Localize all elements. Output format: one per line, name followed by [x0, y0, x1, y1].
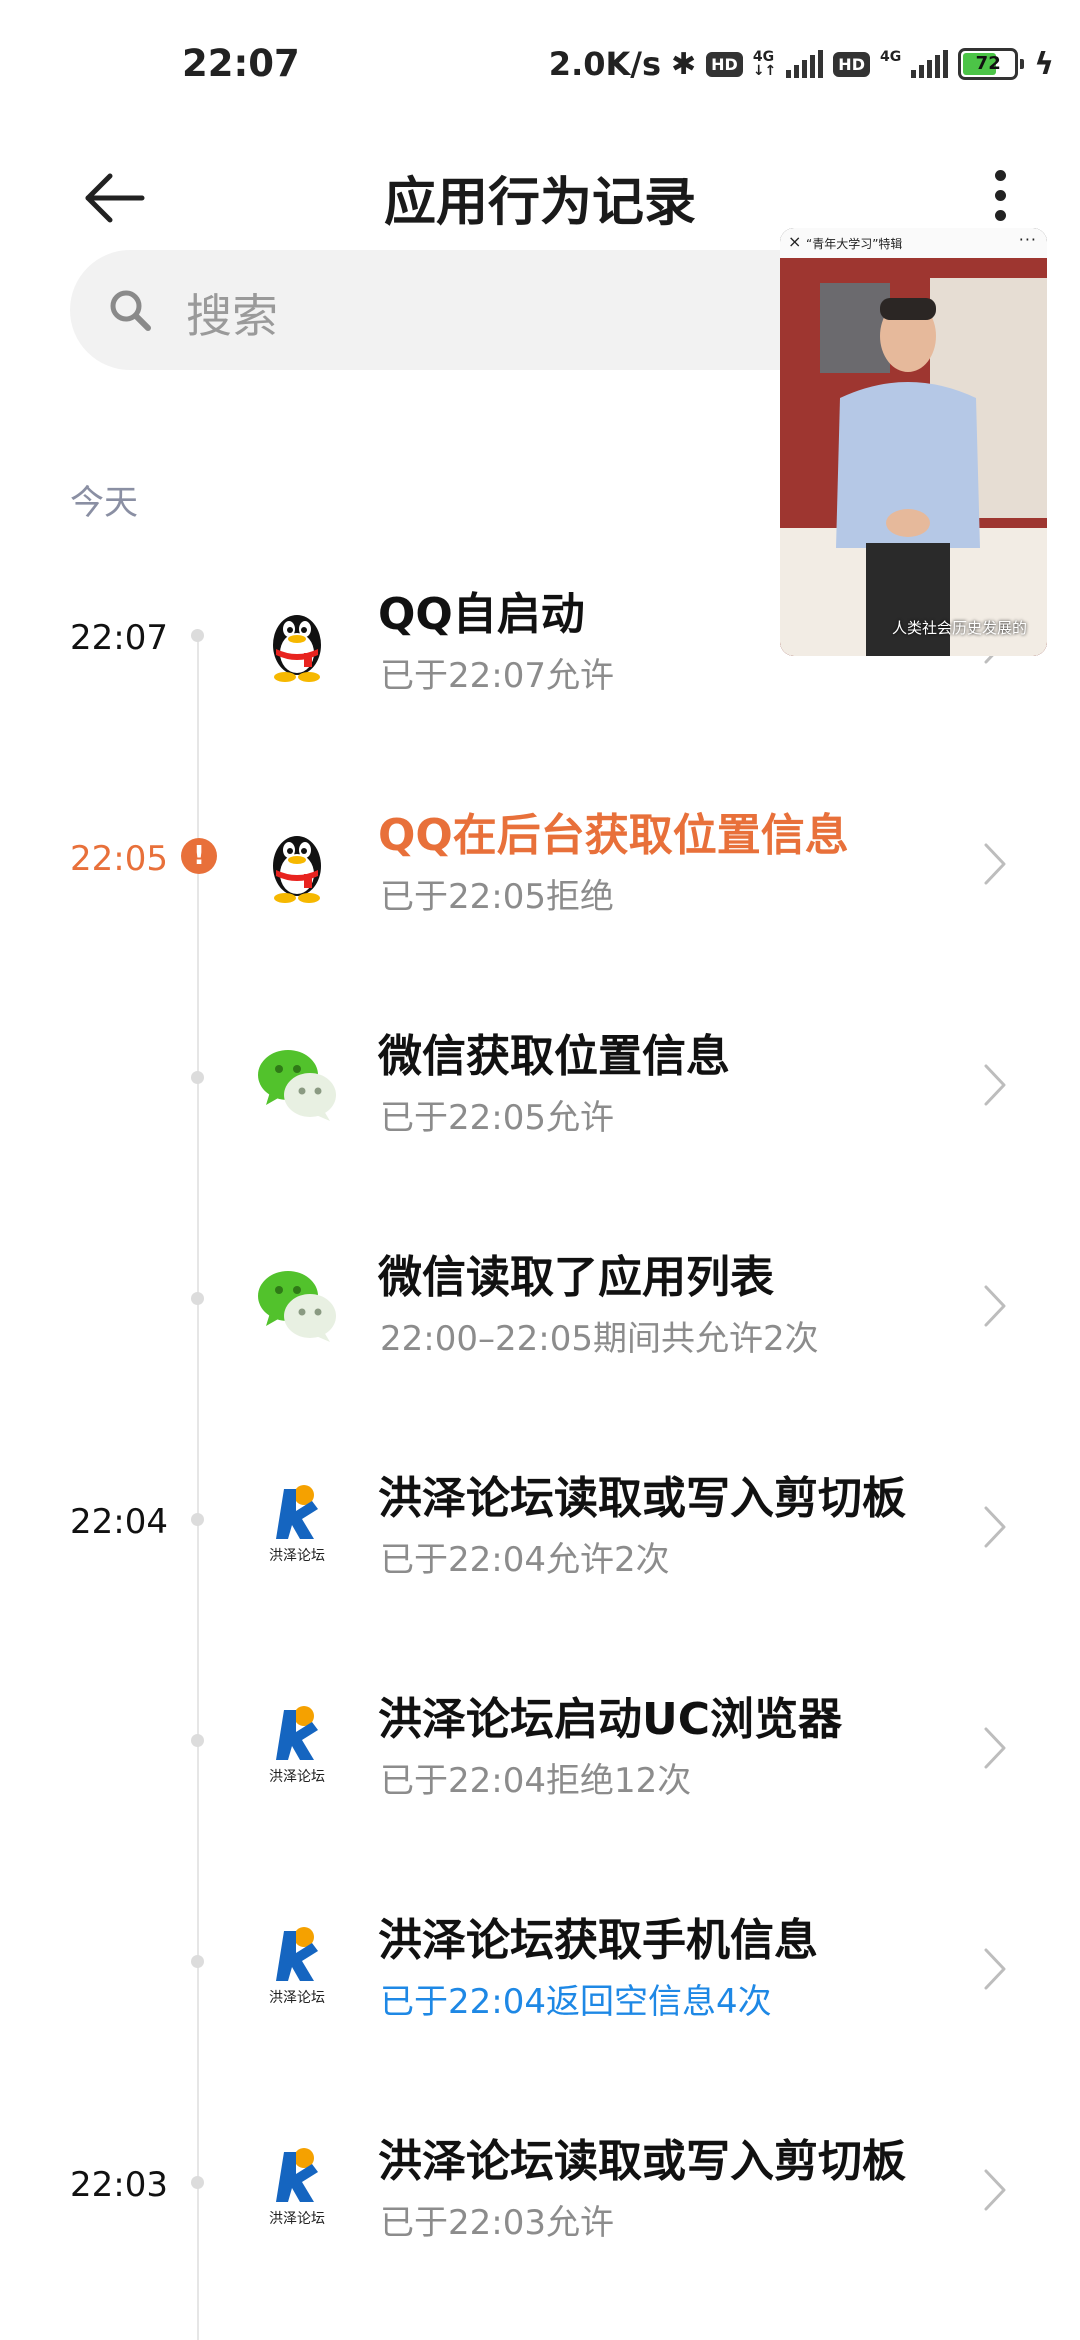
record-subtitle: 已于22:03允许 — [380, 2203, 614, 2243]
more-dot-icon — [994, 169, 1006, 181]
chevron-right-icon — [984, 1285, 1006, 1327]
forum-icon-label: 洪泽论坛 — [269, 1990, 325, 2006]
record-time: 22:05 — [70, 839, 168, 879]
hongze-forum-app-icon: 洪泽论坛 — [252, 2142, 342, 2232]
record-row[interactable]: 微信读取了应用列表 22:00–22:05期间共允许2次 — [0, 1223, 1080, 1403]
record-time: 22:04 — [70, 1502, 168, 1542]
record-title: QQ在后台获取位置信息 — [378, 810, 849, 861]
chevron-right-icon — [984, 2169, 1006, 2211]
floating-video-bar: × “青年大学习”特辑 ··· — [780, 228, 1047, 258]
video-frame — [780, 258, 1047, 656]
signal-icon-2 — [911, 50, 949, 78]
chevron-right-icon — [984, 1506, 1006, 1548]
record-title: 微信读取了应用列表 — [378, 1252, 774, 1303]
timeline-dot — [191, 1734, 204, 1747]
forum-icon-label: 洪泽论坛 — [269, 1548, 325, 1564]
hongze-forum-app-icon: 洪泽论坛 — [252, 1700, 342, 1790]
close-icon[interactable]: × — [788, 233, 801, 251]
signal-label-1: 4G ↓↑ — [752, 49, 777, 79]
record-subtitle: 已于22:04允许2次 — [380, 1540, 670, 1580]
record-row[interactable]: 洪泽论坛 洪泽论坛获取手机信息已于22:04返回空信息4次 — [0, 1886, 1080, 2066]
record-subtitle: 已于22:07允许 — [380, 656, 614, 696]
status-bar: 22:07 2.0K/s ✱ HD 4G ↓↑ HD 4G 72 ϟ — [0, 0, 1080, 130]
chevron-right-icon — [984, 843, 1006, 885]
timeline-dot — [191, 1513, 204, 1526]
battery-icon: 72 — [958, 48, 1025, 80]
record-subtitle: 已于22:04拒绝12次 — [380, 1761, 692, 1801]
record-row[interactable]: 微信获取位置信息已于22:05允许 — [0, 1002, 1080, 1182]
status-time: 22:07 — [182, 42, 300, 85]
hd-badge-2: HD — [833, 51, 870, 77]
hd-badge: HD — [706, 51, 743, 77]
record-subtitle: 已于22:05拒绝 — [380, 877, 614, 917]
chevron-right-icon — [984, 1948, 1006, 1990]
timeline-dot — [191, 2176, 204, 2189]
hongze-forum-app-icon: 洪泽论坛 — [252, 1921, 342, 2011]
signal-icon — [786, 50, 824, 78]
timeline-dot — [191, 1955, 204, 1968]
menu-icon[interactable]: ··· — [1019, 230, 1037, 249]
floating-video-window[interactable]: × “青年大学习”特辑 ··· 人类社会历史发展的 — [780, 228, 1047, 656]
page-title: 应用行为记录 — [383, 173, 696, 233]
record-title: 洪泽论坛读取或写入剪切板 — [378, 1473, 906, 1524]
video-caption: 人类社会历史发展的 — [891, 619, 1027, 637]
record-subtitle: 已于22:05允许 — [380, 1098, 614, 1138]
search-placeholder: 搜索 — [186, 289, 278, 343]
record-title: 洪泽论坛读取或写入剪切板 — [378, 2136, 906, 2187]
chevron-right-icon — [984, 1064, 1006, 1106]
wechat-app-icon — [258, 1050, 336, 1121]
timeline-dot — [191, 629, 204, 642]
record-row[interactable]: 洪泽论坛 洪泽论坛启动UC浏览器已于22:04拒绝12次 — [0, 1665, 1080, 1845]
record-title: 洪泽论坛启动UC浏览器 — [378, 1694, 843, 1745]
qq-app-icon — [273, 836, 321, 903]
hongze-forum-app-icon: 洪泽论坛 — [252, 1479, 342, 1569]
wechat-app-icon — [258, 1271, 336, 1342]
timeline-dot — [191, 1071, 204, 1084]
charging-icon: ϟ — [1034, 46, 1054, 82]
status-icons: 2.0K/s ✱ HD 4G ↓↑ HD 4G 72 ϟ — [549, 44, 1054, 84]
forum-icon-label: 洪泽论坛 — [269, 2211, 325, 2227]
forum-icon-label: 洪泽论坛 — [269, 1769, 325, 1785]
net-speed: 2.0K/s — [548, 45, 662, 83]
bluetooth-icon: ✱ — [671, 46, 697, 82]
section-label-today: 今天 — [70, 483, 138, 523]
record-time: 22:07 — [70, 618, 168, 658]
chevron-right-icon — [984, 1727, 1006, 1769]
record-title: 洪泽论坛获取手机信息 — [378, 1915, 818, 1966]
timeline-dot — [191, 1292, 204, 1305]
search-icon — [110, 290, 151, 331]
warning-icon: ! — [181, 838, 217, 874]
record-time: 22:03 — [70, 2165, 168, 2205]
record-title: QQ自启动 — [378, 589, 585, 640]
record-title: 微信获取位置信息 — [378, 1031, 730, 1082]
qq-app-icon — [273, 615, 321, 682]
record-row[interactable]: 22:04 洪泽论坛 洪泽论坛读取或写入剪切板已于22:04允许2次 — [0, 1444, 1080, 1624]
record-subtitle: 已于22:04返回空信息4次 — [380, 1982, 772, 2022]
record-subtitle: 22:00–22:05期间共允许2次 — [380, 1319, 819, 1359]
record-row[interactable]: 22:05! QQ在后台获取位置信息已于22:05拒绝 — [0, 781, 1080, 961]
floating-video-title: “青年大学习”特辑 — [806, 237, 903, 251]
record-row[interactable]: 22:03 洪泽论坛 洪泽论坛读取或写入剪切板已于22:03允许 — [0, 2107, 1080, 2287]
signal-label-2: 4G — [879, 49, 902, 65]
